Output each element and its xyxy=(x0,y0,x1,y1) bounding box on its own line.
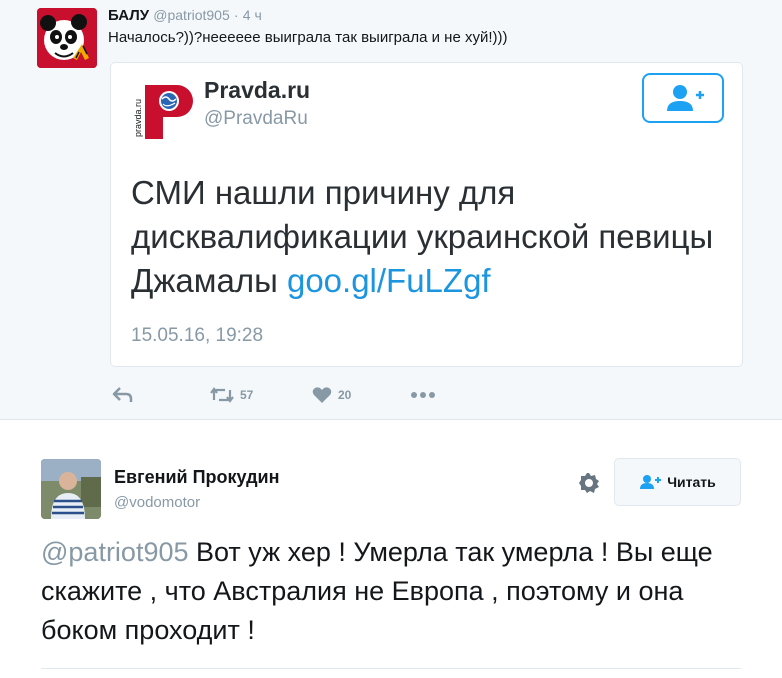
tweet-text: @patriot905 Вот уж хер ! Умерла так умер… xyxy=(41,533,751,650)
tweet-text: Началось?))?неееeee выиграла так выиграл… xyxy=(108,29,508,46)
follow-button[interactable] xyxy=(642,73,724,123)
add-user-icon xyxy=(667,85,704,111)
author-name[interactable]: Евгений Прокудин xyxy=(114,467,279,488)
pravda-logo-icon: pravda.ru xyxy=(133,85,193,139)
timestamp[interactable]: 4 ч xyxy=(243,7,262,23)
quoted-tweet-text: СМИ нашли причину для дисквалификации ук… xyxy=(131,171,726,303)
quoted-tweet-card[interactable]: pravda.ru Pravda.ru @PravdaRu СМИ нашли … xyxy=(110,62,743,367)
author-name[interactable]: БАЛУ xyxy=(108,7,149,24)
like-count: 20 xyxy=(338,388,352,402)
reply-tweet: Евгений Прокудин @vodomotor Читать @patr… xyxy=(0,421,782,678)
quoted-date[interactable]: 15.05.16, 19:28 xyxy=(131,325,263,347)
separator: · xyxy=(233,7,239,23)
retweet-button[interactable]: 57 xyxy=(210,383,253,407)
user-photo-icon xyxy=(41,459,101,519)
gear-icon xyxy=(579,473,599,493)
retweet-count: 57 xyxy=(240,388,254,402)
quoted-link[interactable]: goo.gl/FuLZgf xyxy=(287,262,491,299)
reply-icon xyxy=(112,387,133,402)
author-handle[interactable]: @vodomotor xyxy=(114,494,200,511)
add-user-icon xyxy=(640,475,662,489)
retweet-icon xyxy=(210,387,234,403)
tweet-header: БАЛУ @patriot905 · 4 ч xyxy=(108,7,262,24)
mention-link[interactable]: @patriot905 xyxy=(41,537,189,567)
gear-button[interactable] xyxy=(577,471,601,495)
quoted-author-handle[interactable]: @PravdaRu xyxy=(204,108,308,130)
panda-avatar-icon xyxy=(37,8,97,68)
author-handle[interactable]: @patriot905 xyxy=(153,7,229,23)
follow-button[interactable]: Читать xyxy=(614,458,741,506)
pravda-logo[interactable]: pravda.ru xyxy=(131,81,193,143)
avatar[interactable] xyxy=(41,459,101,519)
more-icon xyxy=(411,392,435,398)
quoted-author-name[interactable]: Pravda.ru xyxy=(204,77,310,104)
reply-button[interactable] xyxy=(112,383,134,407)
avatar[interactable] xyxy=(37,8,97,68)
follow-label: Читать xyxy=(667,474,716,490)
more-button[interactable] xyxy=(410,383,436,407)
tweet-actions: 57 20 xyxy=(112,383,512,407)
like-button[interactable]: 20 xyxy=(312,383,351,407)
heart-icon xyxy=(312,387,332,403)
top-tweet: БАЛУ @patriot905 · 4 ч Началось?))?неееe… xyxy=(0,0,782,420)
logo-text: pravda.ru xyxy=(133,99,143,137)
divider xyxy=(41,668,741,669)
